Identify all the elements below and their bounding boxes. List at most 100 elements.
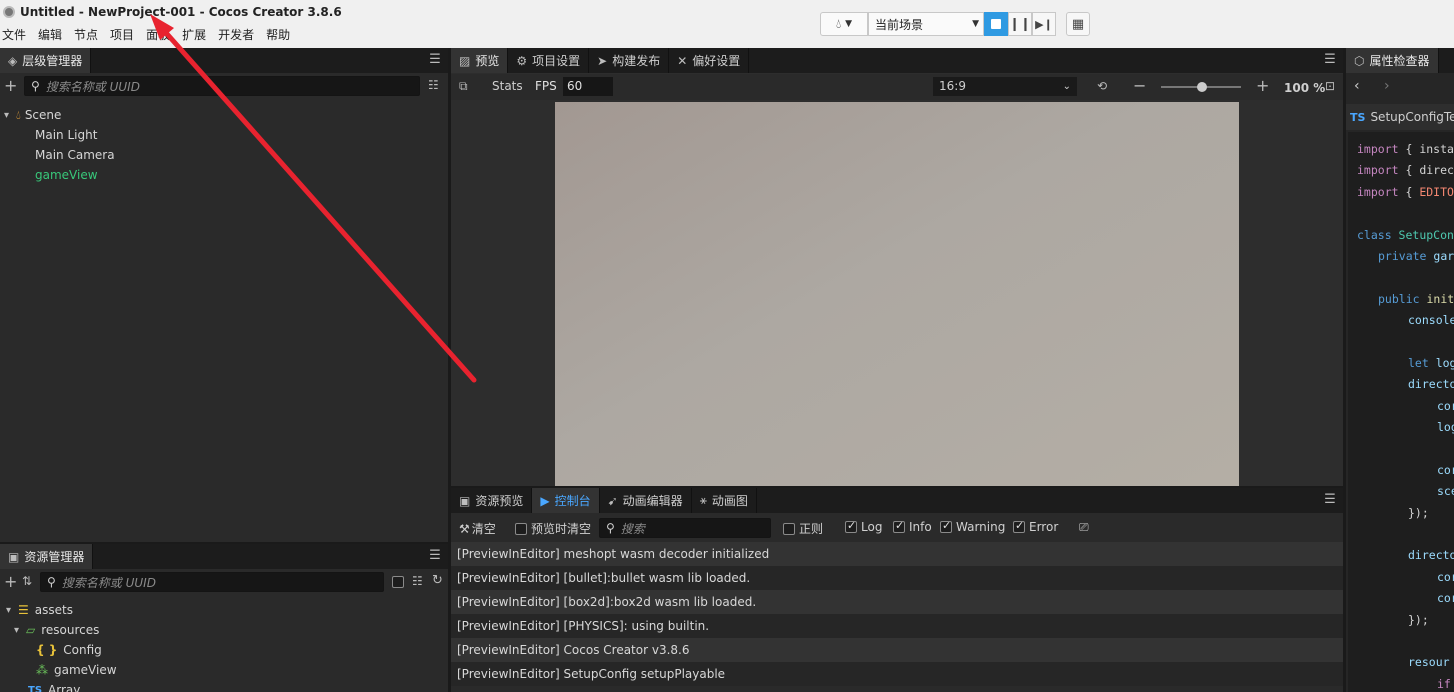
log-row[interactable]: [PreviewInEditor] [bullet]:bullet wasm l…	[451, 566, 1343, 590]
qr-code-button[interactable]: ▦	[1066, 12, 1090, 36]
hierarchy-search-input[interactable]: ⚲ 搜索名称或 UUID	[24, 76, 420, 96]
menu-panel[interactable]: 面板	[146, 26, 170, 43]
tree-row-assets[interactable]: ▾ ☰ assets	[6, 600, 73, 620]
checkbox[interactable]	[940, 519, 952, 533]
add-node-icon[interactable]: +	[4, 76, 17, 95]
tree-row-main-light[interactable]: Main Light	[35, 125, 97, 145]
tab-inspector[interactable]: ⬡ 属性检查器	[1346, 48, 1439, 73]
checkbox[interactable]	[515, 523, 527, 535]
open-external-icon[interactable]: ⧉	[459, 79, 468, 94]
tab-animation-graph[interactable]: ⚹ 动画图	[692, 488, 757, 513]
menu-edit[interactable]: 编辑	[38, 26, 62, 43]
tree-row-resources[interactable]: ▾ ▱ resources	[14, 620, 99, 640]
code-token: {	[1398, 185, 1420, 199]
sort-icon[interactable]: ⇅	[22, 574, 32, 588]
open-log-file-icon[interactable]: ⎚	[1079, 520, 1089, 535]
sort-list-icon[interactable]: ☷	[412, 574, 423, 588]
assets-tabbar: ▣ 资源管理器	[0, 544, 448, 569]
play-button[interactable]	[984, 12, 1008, 36]
tab-assets[interactable]: ▣ 资源管理器	[0, 544, 94, 569]
zoom-out-icon[interactable]: −	[1133, 76, 1146, 95]
forward-arrow-icon[interactable]: ›	[1384, 78, 1390, 94]
scene-select[interactable]: 当前场景 ▼	[868, 12, 984, 36]
filter-warning[interactable]: Warning	[940, 519, 1005, 534]
tab-build[interactable]: ➤ 构建发布	[589, 48, 670, 73]
checkbox[interactable]	[1013, 519, 1025, 533]
menu-extension[interactable]: 扩展	[182, 26, 206, 43]
tab-asset-preview[interactable]: ▣ 资源预览	[451, 488, 533, 513]
asset-label: Config	[63, 643, 102, 657]
tree-row-gameview[interactable]: gameView	[35, 165, 98, 185]
filter-info[interactable]: Info	[893, 519, 932, 534]
filter-checkbox[interactable]	[392, 576, 404, 588]
tree-row-gameview-prefab[interactable]: ⁂ gameView	[36, 660, 117, 680]
menu-node[interactable]: 节点	[74, 26, 98, 43]
menu-project[interactable]: 项目	[110, 26, 134, 43]
sort-list-icon[interactable]: ☷	[428, 78, 439, 92]
filter-log[interactable]: Log	[845, 519, 882, 534]
search-icon: ⚲	[47, 575, 56, 589]
tab-preview[interactable]: ▨ 预览	[451, 48, 509, 73]
chevron-down-icon: ▾	[4, 109, 10, 121]
hamburger-menu-icon[interactable]: ☰	[1323, 493, 1337, 507]
menu-file[interactable]: 文件	[2, 26, 26, 43]
stats-button[interactable]: Stats	[492, 79, 523, 93]
code-token: log	[1428, 356, 1454, 370]
add-asset-icon[interactable]: +	[4, 572, 17, 591]
log-row[interactable]: [PreviewInEditor] SetupConfig setupPlaya…	[451, 662, 1343, 686]
menu-developer[interactable]: 开发者	[218, 26, 254, 43]
fps-input[interactable]: 60	[563, 77, 613, 96]
log-row[interactable]: [PreviewInEditor] [box2d]:box2d wasm lib…	[451, 590, 1343, 614]
checkbox[interactable]	[783, 523, 795, 535]
rotate-icon[interactable]: ⟲	[1097, 79, 1107, 93]
clear-on-preview-toggle[interactable]: 预览时清空	[515, 520, 591, 537]
hamburger-menu-icon[interactable]: ☰	[1323, 53, 1337, 67]
splitter-vertical-left[interactable]	[448, 48, 451, 692]
tab-animation-editor[interactable]: ➹ 动画编辑器	[600, 488, 692, 513]
game-viewport[interactable]	[555, 102, 1239, 486]
platform-select[interactable]: 💧︎ ▼	[820, 12, 868, 36]
step-button[interactable]: ▶❙	[1032, 12, 1056, 36]
zoom-slider-handle[interactable]	[1197, 82, 1207, 92]
pause-button[interactable]: ❙❙	[1008, 12, 1032, 36]
zoom-in-icon[interactable]: +	[1256, 76, 1269, 95]
splitter-horizontal-center[interactable]	[451, 486, 1343, 488]
tab-project-settings[interactable]: ⚙ 项目设置	[508, 48, 590, 73]
assets-search-placeholder: 搜索名称或 UUID	[61, 575, 156, 590]
fps-value: 60	[567, 79, 583, 93]
log-row[interactable]: [PreviewInEditor] [PHYSICS]: using built…	[451, 614, 1343, 638]
code-token: { insta	[1398, 142, 1454, 156]
zoom-slider[interactable]	[1161, 82, 1241, 92]
log-row[interactable]: [PreviewInEditor] meshopt wasm decoder i…	[451, 542, 1343, 566]
checkbox[interactable]	[893, 519, 905, 533]
code-token: import	[1357, 163, 1399, 177]
tree-row-scene[interactable]: ▾ 💧︎ Scene	[4, 105, 61, 125]
code-token: gar	[1426, 249, 1454, 263]
ratio-select[interactable]: 16:9 ⌄	[933, 77, 1077, 96]
checkbox[interactable]	[845, 519, 857, 533]
tab-console[interactable]: ▶ 控制台	[532, 488, 600, 513]
tree-row-config[interactable]: { } Config	[36, 640, 102, 660]
back-arrow-icon[interactable]: ‹	[1354, 78, 1360, 94]
regex-label: 正则	[799, 522, 824, 536]
tab-preferences[interactable]: ✕ 偏好设置	[669, 48, 750, 73]
search-icon: ⚲	[31, 79, 40, 93]
regex-toggle[interactable]: 正则	[783, 520, 823, 537]
console-search-input[interactable]: ⚲ 搜索	[599, 518, 771, 538]
log-row[interactable]: [PreviewInEditor] Cocos Creator v3.8.6	[451, 638, 1343, 662]
filter-error[interactable]: Error	[1013, 519, 1059, 534]
fit-screen-icon[interactable]: ⊡	[1325, 79, 1335, 93]
code-line: cor	[1437, 591, 1454, 605]
assets-search-input[interactable]: ⚲ 搜索名称或 UUID	[40, 572, 384, 592]
hamburger-menu-icon[interactable]: ☰	[428, 549, 442, 563]
clear-button[interactable]: ⚒ 清空	[459, 520, 496, 537]
tree-row-array[interactable]: TS Array	[28, 680, 80, 692]
hamburger-menu-icon[interactable]: ☰	[428, 53, 442, 67]
menu-help[interactable]: 帮助	[266, 26, 290, 43]
tab-hierarchy[interactable]: ◈ 层级管理器	[0, 48, 92, 73]
tree-row-main-camera[interactable]: Main Camera	[35, 145, 115, 165]
splitter-vertical-right[interactable]	[1343, 48, 1346, 692]
refresh-icon[interactable]: ↻	[432, 573, 443, 588]
splitter-horizontal-left[interactable]	[0, 542, 448, 544]
filter-error-label: Error	[1029, 520, 1059, 534]
